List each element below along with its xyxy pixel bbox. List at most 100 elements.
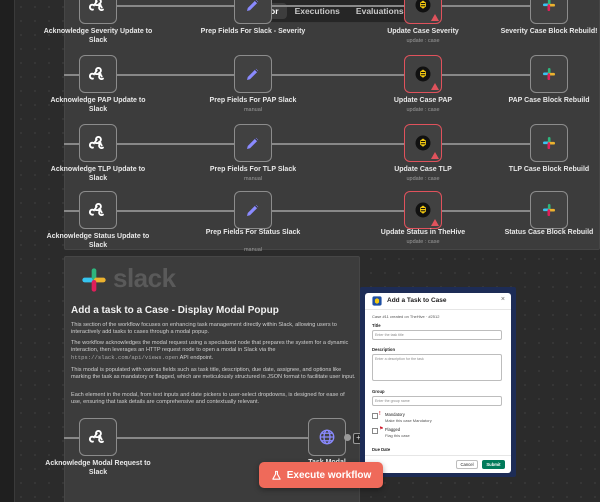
close-icon[interactable]: ×: [501, 296, 505, 303]
label-update-pap: Update Case PAP: [393, 97, 453, 104]
slack-icon: [543, 0, 555, 11]
warning-icon: [431, 83, 439, 90]
exclamation-icon: !: [379, 411, 381, 417]
node-update-case-severity[interactable]: [404, 0, 442, 24]
node-acknowledge-severity[interactable]: [79, 0, 117, 24]
globe-icon: [319, 429, 335, 445]
label-ack-severity: Acknowledge Severity Update to Slack: [43, 28, 153, 44]
node-prep-status[interactable]: [234, 191, 272, 229]
node-acknowledge-pap[interactable]: [79, 55, 117, 93]
node-status-rebuild[interactable]: [530, 191, 568, 229]
node-tlp-rebuild[interactable]: [530, 124, 568, 162]
mandatory-checkbox[interactable]: [372, 413, 378, 419]
node-acknowledge-modal[interactable]: [79, 418, 117, 456]
connection-line: [64, 143, 79, 145]
output-handle[interactable]: [344, 434, 351, 441]
webhook-icon: [89, 430, 104, 443]
slack-icon: [543, 204, 555, 216]
webhook-icon: [89, 136, 104, 149]
webhook-icon: [89, 67, 104, 80]
connection-line: [272, 143, 404, 145]
node-severity-rebuild[interactable]: [530, 0, 568, 24]
node-update-status[interactable]: [404, 191, 442, 229]
connection-line: [117, 5, 235, 7]
sub-update-status: update : case: [406, 239, 440, 245]
slack-logo-icon: [82, 268, 106, 292]
label-prep-severity: Prep Fields For Slack - Severity: [200, 28, 306, 35]
label-ack-pap: Acknowledge PAP Update to Slack: [50, 97, 146, 113]
warning-icon: [431, 14, 439, 21]
connection-line: [272, 5, 405, 7]
connection-line: [117, 143, 234, 145]
workflow-canvas[interactable]: Editor Executions Evaluations Acknowledg…: [0, 0, 600, 502]
label-prep-tlp: Prep Fields For TLP Slack: [209, 166, 297, 173]
label-update-status: Update Status in TheHive: [380, 229, 466, 236]
thehive-bee-icon: [415, 0, 431, 13]
label-prep-pap: Prep Fields For PAP Slack: [209, 97, 297, 104]
execute-workflow-button[interactable]: Execute workflow: [259, 462, 383, 488]
field-label-description: Description: [372, 347, 396, 352]
connection-line: [117, 437, 308, 439]
node-prep-pap[interactable]: [234, 55, 272, 93]
flagged-checkbox[interactable]: [372, 428, 378, 434]
sub-prep-status: manual: [243, 247, 263, 253]
connection-line: [442, 5, 531, 7]
node-update-case-pap[interactable]: [404, 55, 442, 93]
connection-line: [442, 74, 530, 76]
slack-modal-preview: Add a Task to Case × Case #11 created on…: [365, 293, 511, 473]
connection-line: [64, 74, 79, 76]
sub-update-severity: update : case: [406, 38, 440, 44]
node-acknowledge-tlp[interactable]: [79, 124, 117, 162]
connection-line: [64, 210, 79, 212]
pencil-icon: [247, 204, 259, 216]
slack-icon: [543, 68, 555, 80]
webhook-icon: [89, 0, 104, 11]
sub-prep-pap: manual: [243, 107, 263, 113]
node-acknowledge-status[interactable]: [79, 191, 117, 229]
label-severity-rebuild: Severity Case Block Rebuild!: [500, 28, 598, 35]
execute-workflow-label: Execute workflow: [286, 469, 372, 481]
pencil-icon: [247, 68, 259, 80]
label-ack-modal: Acknowledge Modal Request to Slack: [45, 460, 151, 476]
node-pap-rebuild[interactable]: [530, 55, 568, 93]
title-input[interactable]: Enter the task title: [372, 330, 502, 340]
pencil-icon: [247, 0, 259, 11]
section-paragraph-4: Each element in the modal, from text inp…: [71, 392, 345, 405]
node-prep-tlp[interactable]: [234, 124, 272, 162]
warning-icon: [431, 152, 439, 159]
label-status-rebuild: Status Case Block Rebuild: [504, 229, 594, 236]
api-endpoint-code: https://slack.com/api/views.open: [71, 354, 179, 361]
option-mandatory-label: Mandatory: [385, 412, 405, 417]
slack-logo-text: slack: [113, 263, 176, 293]
thehive-bee-icon: [415, 202, 431, 218]
section-paragraph-2-end: API endpoint.: [179, 355, 214, 361]
modal-case-line: Case #11 created on TheHive · #2512: [372, 314, 440, 319]
left-sidebar-edge: [0, 0, 15, 502]
node-update-case-tlp[interactable]: [404, 124, 442, 162]
connection-line: [117, 74, 234, 76]
submit-button[interactable]: Submit: [482, 460, 505, 469]
thehive-bee-icon: [415, 135, 431, 151]
sub-prep-tlp: manual: [243, 176, 263, 182]
label-tlp-rebuild: TLP Case Block Rebuild: [508, 166, 590, 173]
option-flagged-label: Flagged: [385, 427, 401, 432]
field-label-group: Group: [372, 389, 385, 394]
connection-line: [64, 437, 79, 439]
group-input[interactable]: Enter the group name: [372, 396, 502, 406]
cancel-button[interactable]: Cancel: [456, 460, 478, 469]
description-input[interactable]: Enter a description for the task: [372, 354, 502, 381]
label-update-severity: Update Case Severity: [387, 28, 459, 35]
warning-icon: [431, 219, 439, 226]
sub-update-tlp: update : case: [406, 176, 440, 182]
option-flagged-hint: Flag this case: [385, 433, 410, 438]
thehive-bee-icon: [415, 66, 431, 82]
label-ack-tlp: Acknowledge TLP Update to Slack: [50, 166, 146, 182]
connection-line: [272, 74, 404, 76]
slack-icon: [543, 137, 555, 149]
node-task-modal[interactable]: [308, 418, 346, 456]
node-prep-severity[interactable]: [234, 0, 272, 24]
section-paragraph-2-text: The workflow acknowledges the modal requ…: [71, 340, 349, 353]
connection-line: [442, 143, 530, 145]
section-title: Add a task to a Case - Display Modal Pop…: [71, 305, 279, 316]
modal-header: Add a Task to Case ×: [365, 293, 511, 310]
